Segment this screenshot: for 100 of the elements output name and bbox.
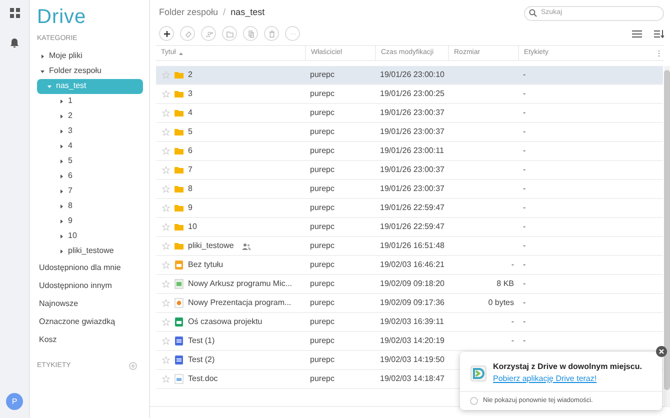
file-name[interactable]: Nowy Prezentacja program... [188,297,292,309]
promo-title: Korzystaj z Drive w dowolnym miejscu. [493,361,642,373]
file-name[interactable]: 2 [188,69,192,81]
tree-item[interactable]: 6 [37,168,143,184]
tree-item[interactable]: 8 [37,198,143,214]
file-name[interactable]: Bez tytułu [188,259,224,271]
caret-right-icon[interactable] [59,204,64,208]
sidebar-item[interactable]: Najnowsze [37,294,143,312]
file-name[interactable]: Oś czasowa projektu [188,316,262,328]
add-icon[interactable] [129,362,137,370]
table-cell: 19/01/26 23:00:11 [380,146,444,155]
caret-right-icon[interactable] [59,218,64,224]
list-view-icon[interactable] [632,30,642,38]
tree-item[interactable]: 9 [37,214,143,228]
file-name[interactable]: 7 [188,164,192,176]
file-name[interactable]: 6 [188,145,192,157]
table-cell: - [523,260,526,269]
tree-item[interactable]: Moje pliki [37,48,143,64]
caret-right-icon[interactable] [59,174,64,178]
star-icon[interactable] [162,299,170,307]
file-name[interactable]: 4 [188,107,192,119]
file-name[interactable]: Test (1) [188,335,215,347]
breadcrumb-item[interactable]: nas_test [230,6,265,20]
star-icon[interactable] [162,261,170,269]
caret-right-icon[interactable] [59,158,64,164]
file-name[interactable]: 10 [188,221,197,233]
star-icon[interactable] [162,204,170,212]
apps-icon[interactable] [10,8,20,18]
star-icon[interactable] [162,147,170,155]
table-cell: 0 bytes [488,298,514,307]
sidebar-item[interactable]: Oznaczone gwiazdką [37,312,143,330]
file-name[interactable]: 3 [188,88,192,100]
star-icon[interactable] [162,90,170,98]
star-icon[interactable] [162,223,170,231]
tree-item[interactable]: 1 [37,94,143,108]
caret-right-icon[interactable] [59,128,64,134]
word-file-icon [174,374,184,384]
sidebar-item[interactable]: Kosz [37,330,143,348]
table-cell: purepc [310,260,334,269]
download-link[interactable]: Pobierz aplikację Drive teraz! [493,373,642,385]
star-icon[interactable] [162,71,170,79]
sidebar-item[interactable]: Udostępniono dla mnie [37,258,143,276]
star-icon[interactable] [162,128,170,136]
tree-item[interactable]: 10 [37,228,143,244]
scrollbar[interactable] [664,70,670,390]
star-icon[interactable] [162,166,170,174]
table-cell: - [523,317,526,326]
table-cell: - [523,298,526,307]
star-icon[interactable] [162,375,170,383]
file-name[interactable]: Test (2) [188,354,215,366]
add-icon [162,30,170,38]
table-cell: purepc [310,241,334,250]
tree-item[interactable]: 4 [37,138,143,154]
caret-down-icon[interactable] [40,68,45,74]
table-cell: purepc [310,317,334,326]
file-name[interactable]: 8 [188,183,192,195]
presentation-file-icon [174,298,184,308]
table-cell: 19/02/03 14:19:50 [380,355,445,364]
tree-item[interactable]: pliki_testowe [37,244,143,258]
file-name[interactable]: 9 [188,202,192,214]
table-cell: - [523,203,526,212]
star-icon[interactable] [162,356,170,364]
caret-right-icon[interactable] [59,188,64,194]
star-icon[interactable] [162,318,170,326]
file-name[interactable]: Test.doc [188,373,218,385]
tree-item[interactable]: 5 [37,154,143,168]
tree-item[interactable]: 3 [37,124,143,138]
file-name[interactable]: 5 [188,126,192,138]
tree-item[interactable]: 2 [37,108,143,124]
caret-right-icon[interactable] [59,144,64,148]
table-cell: 19/02/03 14:18:47 [380,374,445,383]
star-icon[interactable] [162,337,170,345]
toolbar-button[interactable] [159,26,174,41]
star-icon[interactable] [162,109,170,117]
file-name[interactable]: pliki_testowe [188,240,234,252]
star-icon[interactable] [162,185,170,193]
checkbox[interactable] [470,396,478,405]
tree-item[interactable]: 7 [37,184,143,198]
table-cell: purepc [310,355,334,364]
table-cell: 19/02/03 16:39:11 [380,317,444,326]
star-icon[interactable] [162,242,170,250]
caret-right-icon[interactable] [59,114,64,118]
star-icon[interactable] [162,280,170,288]
table-cell: 19/01/26 22:59:47 [380,222,445,231]
caret-right-icon[interactable] [59,234,64,238]
sidebar-item[interactable]: Udostępniono innym [37,276,143,294]
sort-up-icon [178,52,183,54]
document-icon [174,336,184,346]
caret-right-icon[interactable] [40,54,45,58]
table-cell: 19/01/26 23:00:37 [380,184,445,193]
table-row[interactable]: 2 purepc 19/01/26 23:00:10 - [156,66,663,85]
file-name[interactable]: Nowy Arkusz programu Mic... [188,278,292,290]
breadcrumb-item[interactable]: Folder zespołu [159,6,218,20]
caret-right-icon[interactable] [59,98,64,104]
bell-icon[interactable] [10,38,19,48]
caret-right-icon[interactable] [59,248,64,254]
sort-icon[interactable] [654,30,664,38]
tree-item[interactable]: Folder zespołu [37,64,143,78]
table-cell: - [523,70,526,79]
table-cell: 19/01/26 16:51:48 [380,241,445,250]
